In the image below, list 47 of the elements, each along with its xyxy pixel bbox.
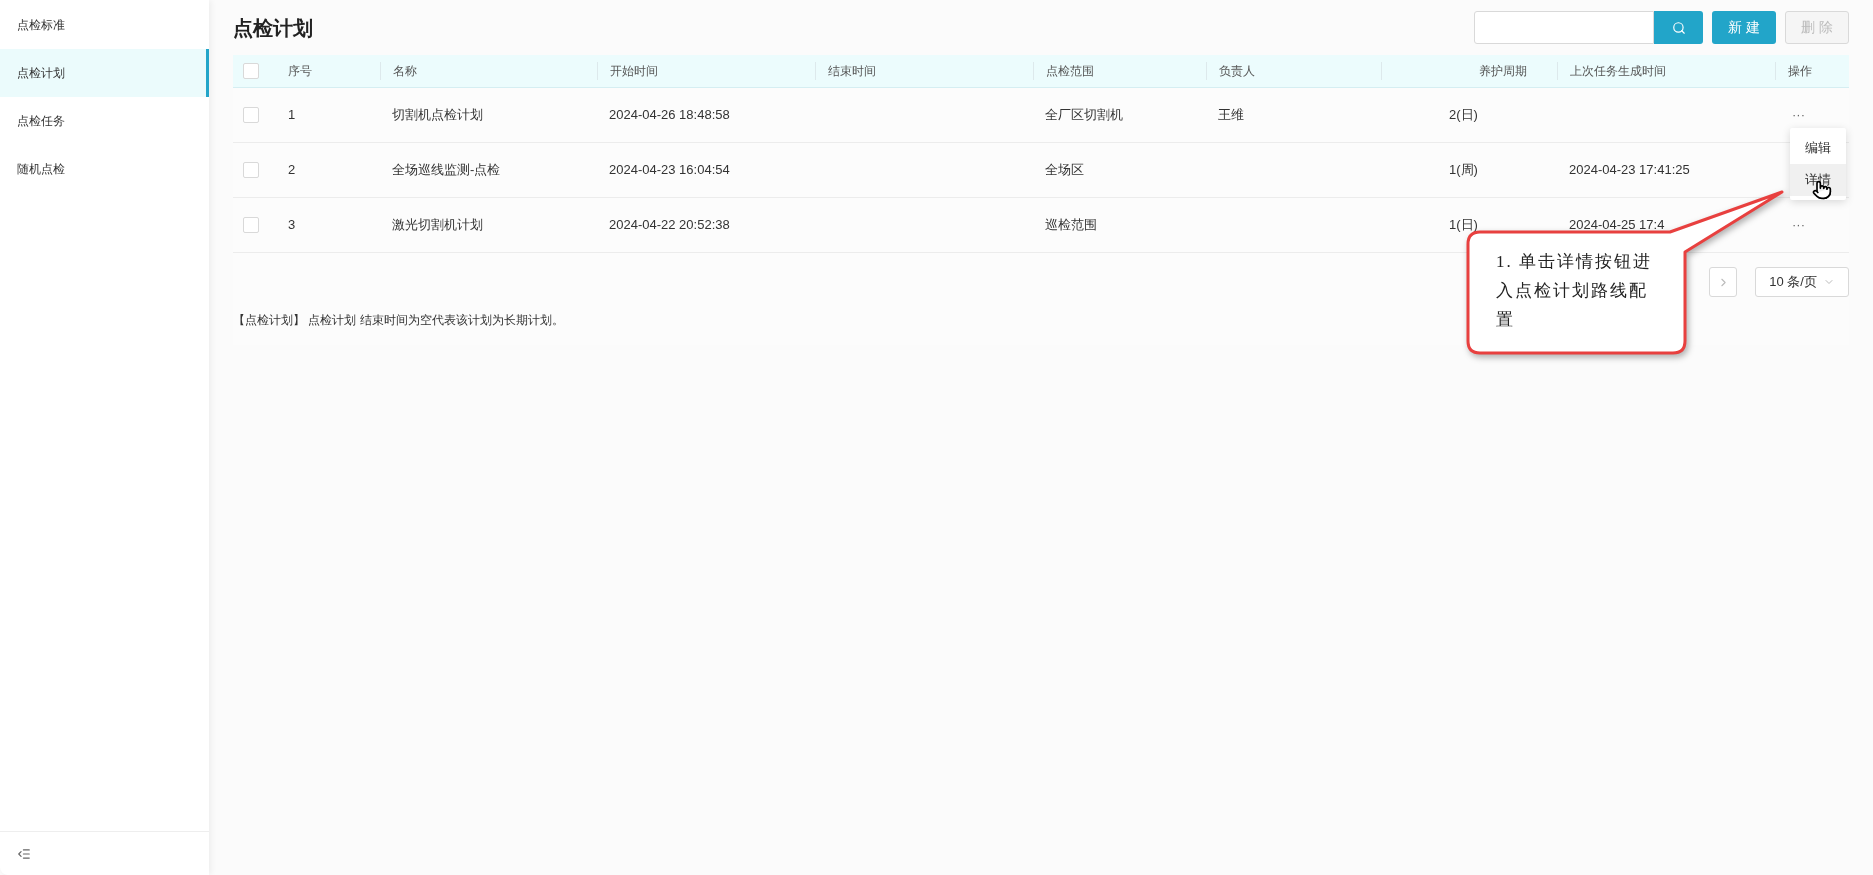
table-cell: 2024-04-22 20:52:38 (609, 217, 730, 233)
table-cell: 全场区 (1045, 162, 1084, 178)
collapse-menu-icon[interactable] (17, 846, 31, 861)
table-cell: 1(日) (1449, 217, 1478, 233)
checkbox[interactable] (243, 217, 259, 233)
search-icon (1671, 20, 1686, 35)
page-title: 点检计划 (233, 15, 313, 41)
table-cell: 王维 (1218, 107, 1244, 123)
checkbox[interactable] (243, 107, 259, 123)
column-header: 负责人 (1219, 63, 1255, 80)
table-cell: 2024-04-23 17:41:25 (1569, 162, 1690, 178)
sidebar-item[interactable]: 点检计划 (0, 49, 209, 97)
column-header: 养护周期 (1479, 63, 1527, 80)
next-page-button[interactable] (1709, 267, 1737, 297)
table-cell: 2(日) (1449, 107, 1478, 123)
page-size-select[interactable]: 10 条/页 (1755, 267, 1849, 297)
table-cell: 激光切割机计划 (392, 217, 483, 233)
table-cell: 全场巡线监测-点检 (392, 162, 501, 178)
column-header: 名称 (393, 63, 417, 80)
table-cell: 2024-04-26 18:48:58 (609, 107, 730, 123)
table-cell: 2024-04-23 16:04:54 (609, 162, 730, 178)
menu-item[interactable]: 编辑 (1790, 132, 1846, 164)
more-actions-button[interactable]: ··· (1792, 107, 1805, 123)
search-field[interactable] (1474, 11, 1654, 44)
table-cell: 1(周) (1449, 162, 1478, 178)
table-cell: 3 (288, 217, 296, 233)
table-cell: 巡检范围 (1045, 217, 1097, 233)
column-header: 操作 (1788, 63, 1812, 80)
column-header: 序号 (288, 63, 312, 80)
note-text: 【点检计划】 点检计划 结束时间为空代表该计划为长期计划。 (233, 312, 564, 329)
table-cell: 2 (288, 162, 296, 178)
search-button[interactable] (1654, 11, 1703, 44)
column-header: 结束时间 (828, 63, 876, 80)
column-header: 上次任务生成时间 (1570, 63, 1666, 80)
checkbox[interactable] (243, 63, 259, 79)
table-cell: 切割机点检计划 (392, 107, 483, 123)
sidebar-item[interactable]: 点检任务 (0, 97, 209, 145)
sidebar-item[interactable]: 随机点检 (0, 145, 209, 193)
checkbox[interactable] (243, 162, 259, 178)
sidebar-item[interactable]: 点检标准 (0, 1, 209, 49)
table-cell: 1 (288, 107, 296, 123)
column-header: 开始时间 (610, 63, 658, 80)
column-header: 点检范围 (1046, 63, 1094, 80)
more-actions-button[interactable]: ··· (1792, 217, 1805, 233)
table-cell: 2024-04-25 17:4 (1569, 217, 1665, 233)
callout-text: 1. 单击详情按钮进入点检计划路线配置 (1496, 251, 1653, 331)
table-cell: 全厂区切割机 (1045, 107, 1123, 123)
